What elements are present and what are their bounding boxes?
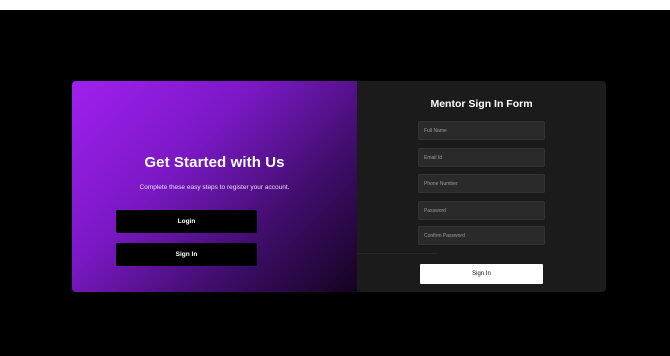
full-name-input[interactable] (418, 121, 545, 140)
phone-number-input[interactable] (418, 174, 545, 193)
confirm-password-input[interactable] (418, 226, 545, 245)
login-button[interactable]: Login (116, 210, 257, 233)
form-panel: Mentor Sign In Form Sign In (357, 81, 606, 292)
password-input[interactable] (418, 201, 545, 220)
intro-panel: Get Started with Us Complete these easy … (72, 81, 357, 292)
divider (357, 253, 437, 254)
intro-title: Get Started with Us (144, 154, 285, 171)
top-strip (0, 0, 670, 10)
intro-subtitle: Complete these easy steps to register yo… (139, 184, 290, 191)
sign-in-button[interactable]: Sign In (116, 243, 257, 266)
form-title: Mentor Sign In Form (430, 98, 533, 110)
email-input[interactable] (418, 148, 545, 167)
signup-card: Get Started with Us Complete these easy … (72, 81, 606, 292)
submit-sign-in-button[interactable]: Sign In (420, 264, 543, 284)
